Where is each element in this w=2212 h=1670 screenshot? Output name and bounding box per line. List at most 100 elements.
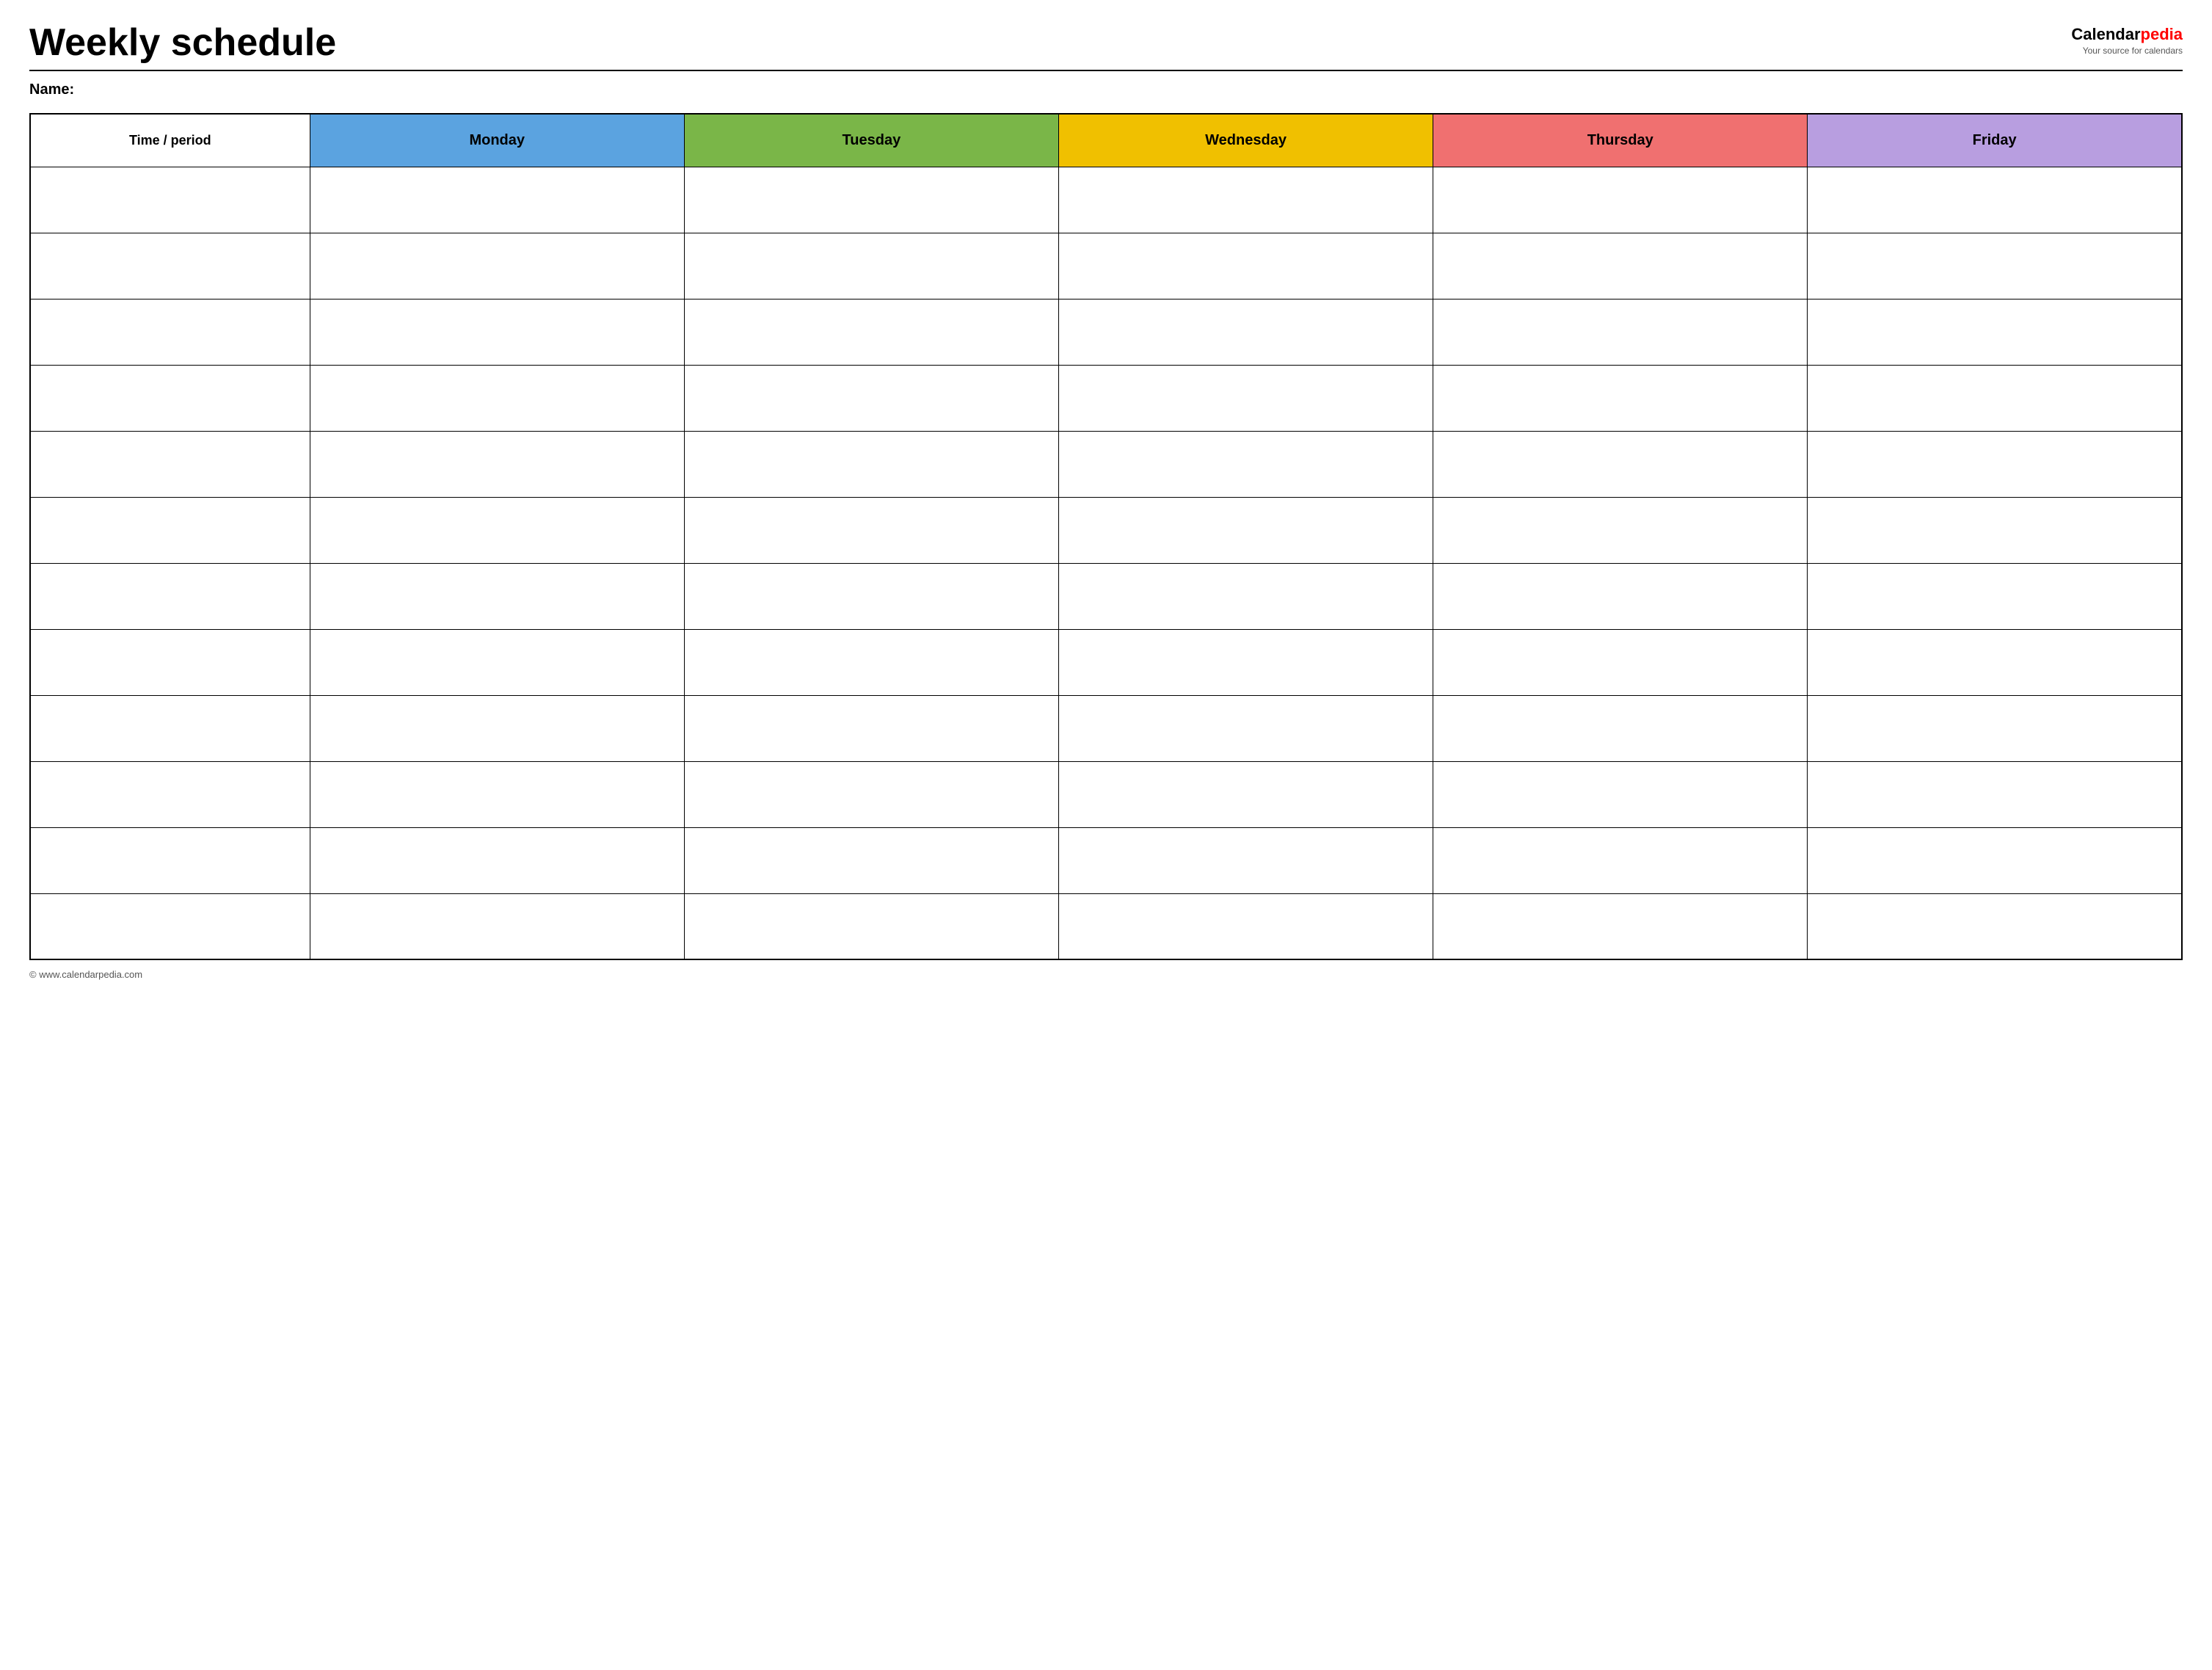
table-cell[interactable] (684, 167, 1058, 233)
table-cell[interactable] (1433, 365, 1808, 431)
table-cell[interactable] (1433, 695, 1808, 761)
table-cell[interactable] (684, 497, 1058, 563)
table-cell[interactable] (30, 167, 310, 233)
table-cell[interactable] (1808, 365, 2182, 431)
table-cell[interactable] (310, 233, 684, 299)
table-row (30, 497, 2182, 563)
table-cell[interactable] (30, 365, 310, 431)
title-section: Weekly schedule (29, 22, 336, 64)
table-cell[interactable] (684, 365, 1058, 431)
table-cell[interactable] (310, 563, 684, 629)
col-tuesday: Tuesday (684, 114, 1058, 167)
table-cell[interactable] (1808, 827, 2182, 893)
table-cell[interactable] (310, 167, 684, 233)
table-cell[interactable] (1058, 299, 1433, 365)
header-divider (29, 70, 2183, 71)
col-time: Time / period (30, 114, 310, 167)
col-friday: Friday (1808, 114, 2182, 167)
table-cell[interactable] (684, 233, 1058, 299)
table-cell[interactable] (310, 299, 684, 365)
table-cell[interactable] (30, 695, 310, 761)
table-cell[interactable] (1433, 827, 1808, 893)
table-cell[interactable] (684, 431, 1058, 497)
table-cell[interactable] (1808, 629, 2182, 695)
table-cell[interactable] (30, 299, 310, 365)
logo-red-text: pedia (2141, 25, 2183, 43)
table-cell[interactable] (30, 761, 310, 827)
schedule-table: Time / period Monday Tuesday Wednesday T… (29, 113, 2183, 960)
table-cell[interactable] (30, 893, 310, 959)
logo: Calendarpedia (2071, 25, 2183, 44)
table-row (30, 299, 2182, 365)
table-row (30, 695, 2182, 761)
table-cell[interactable] (1058, 827, 1433, 893)
table-cell[interactable] (30, 827, 310, 893)
table-cell[interactable] (310, 629, 684, 695)
col-monday: Monday (310, 114, 684, 167)
table-cell[interactable] (1433, 497, 1808, 563)
col-thursday: Thursday (1433, 114, 1808, 167)
footer: © www.calendarpedia.com (29, 969, 2183, 980)
table-cell[interactable] (684, 629, 1058, 695)
table-cell[interactable] (1058, 695, 1433, 761)
name-label: Name: (29, 81, 2183, 98)
table-cell[interactable] (1433, 299, 1808, 365)
table-cell[interactable] (30, 629, 310, 695)
table-cell[interactable] (1433, 167, 1808, 233)
table-cell[interactable] (1058, 365, 1433, 431)
table-cell[interactable] (1058, 893, 1433, 959)
table-cell[interactable] (1808, 431, 2182, 497)
table-cell[interactable] (310, 695, 684, 761)
table-row (30, 365, 2182, 431)
logo-container: Calendarpedia Your source for calendars (2071, 25, 2183, 56)
table-cell[interactable] (310, 497, 684, 563)
table-row (30, 431, 2182, 497)
table-cell[interactable] (1433, 893, 1808, 959)
logo-subtitle: Your source for calendars (2071, 46, 2183, 56)
table-cell[interactable] (1058, 167, 1433, 233)
table-cell[interactable] (30, 563, 310, 629)
table-cell[interactable] (310, 431, 684, 497)
table-cell[interactable] (1058, 233, 1433, 299)
table-cell[interactable] (1058, 629, 1433, 695)
page-header: Weekly schedule Calendarpedia Your sourc… (29, 22, 2183, 64)
table-cell[interactable] (310, 761, 684, 827)
table-cell[interactable] (1058, 497, 1433, 563)
logo-black-text: Calendar (2071, 25, 2140, 43)
table-cell[interactable] (1808, 695, 2182, 761)
table-cell[interactable] (1808, 563, 2182, 629)
table-row (30, 761, 2182, 827)
table-cell[interactable] (1808, 761, 2182, 827)
table-cell[interactable] (30, 431, 310, 497)
table-cell[interactable] (310, 827, 684, 893)
table-cell[interactable] (30, 497, 310, 563)
table-cell[interactable] (1808, 299, 2182, 365)
table-row (30, 167, 2182, 233)
table-cell[interactable] (1433, 563, 1808, 629)
table-cell[interactable] (1808, 233, 2182, 299)
header-row: Time / period Monday Tuesday Wednesday T… (30, 114, 2182, 167)
table-cell[interactable] (684, 563, 1058, 629)
table-cell[interactable] (684, 893, 1058, 959)
table-cell[interactable] (684, 695, 1058, 761)
table-cell[interactable] (1058, 761, 1433, 827)
table-cell[interactable] (684, 761, 1058, 827)
table-cell[interactable] (1808, 167, 2182, 233)
table-cell[interactable] (1433, 431, 1808, 497)
table-cell[interactable] (1433, 761, 1808, 827)
table-row (30, 233, 2182, 299)
table-cell[interactable] (1433, 629, 1808, 695)
table-cell[interactable] (1433, 233, 1808, 299)
table-row (30, 629, 2182, 695)
table-cell[interactable] (1058, 563, 1433, 629)
table-cell[interactable] (30, 233, 310, 299)
table-cell[interactable] (1808, 497, 2182, 563)
table-cell[interactable] (310, 365, 684, 431)
table-cell[interactable] (684, 299, 1058, 365)
table-cell[interactable] (1808, 893, 2182, 959)
table-row (30, 827, 2182, 893)
table-cell[interactable] (684, 827, 1058, 893)
table-cell[interactable] (1058, 431, 1433, 497)
table-cell[interactable] (310, 893, 684, 959)
page-title: Weekly schedule (29, 22, 336, 64)
